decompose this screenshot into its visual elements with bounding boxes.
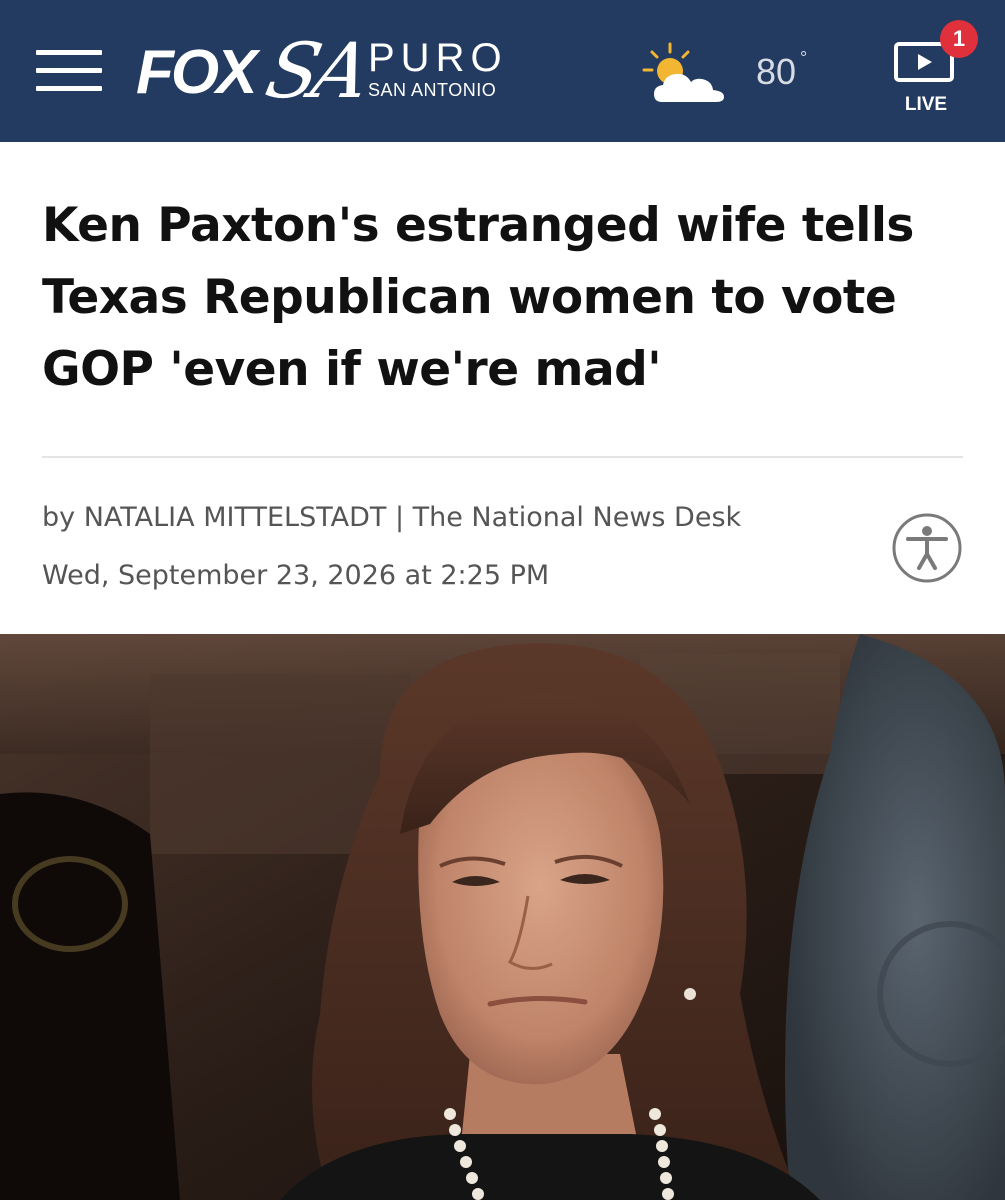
hamburger-menu-icon[interactable]: [36, 50, 102, 94]
site-header: FOX SA PURO SAN ANTONIO 80 ° LIVE 1: [0, 0, 1005, 142]
live-button[interactable]: LIVE 1: [888, 20, 998, 130]
logo-sa-text: SA: [258, 26, 373, 115]
article-byline: by NATALIA MITTELSTADT | The National Ne…: [42, 502, 742, 533]
weather-widget[interactable]: 80 °: [640, 40, 820, 110]
live-label: LIVE: [904, 94, 948, 115]
menu-line: [36, 50, 102, 55]
accessibility-icon[interactable]: [891, 512, 963, 584]
site-logo[interactable]: FOX SA PURO SAN ANTONIO: [136, 26, 526, 124]
menu-line: [36, 68, 102, 73]
logo-puro-text: PURO: [368, 36, 508, 80]
article-date: Wed, September 23, 2026 at 2:25 PM: [42, 560, 550, 591]
article-photo-illustration: [0, 634, 1005, 1200]
notification-badge: 1: [940, 20, 978, 58]
temperature-value: 80: [756, 51, 797, 92]
headline-divider: [42, 456, 963, 458]
logo-city-text: SAN ANTONIO: [368, 80, 497, 100]
partly-sunny-icon: [642, 42, 724, 102]
menu-line: [36, 86, 102, 91]
article-headline: Ken Paxton's estranged wife tells Texas …: [42, 198, 914, 397]
temperature-degree: °: [800, 48, 808, 68]
logo-fox-text: FOX: [136, 38, 257, 107]
article-photo: [0, 634, 1005, 1200]
